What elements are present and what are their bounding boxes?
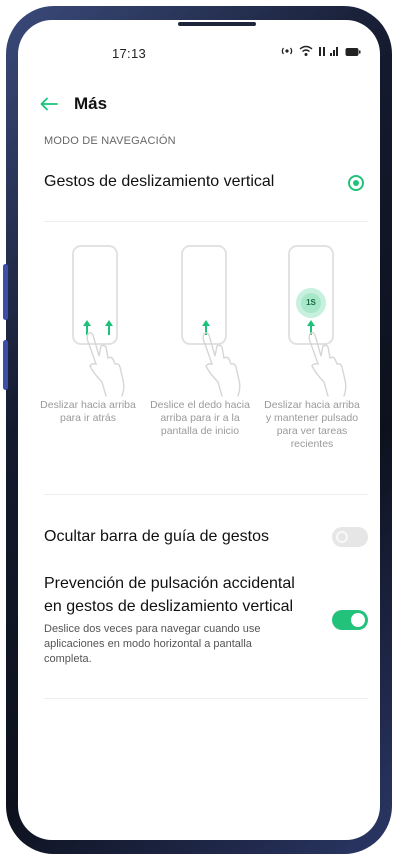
hide-bar-label: Ocultar barra de guía de gestos xyxy=(44,528,270,545)
hand-icon xyxy=(86,332,125,397)
navigation-option-radio[interactable] xyxy=(348,175,364,191)
back-arrow-icon[interactable] xyxy=(40,94,70,114)
hand-icon xyxy=(202,332,241,397)
status-bar: 17:13 xyxy=(18,45,380,65)
accidental-touch-label: Prevención de pulsación accidental en ge… xyxy=(44,575,295,615)
hand-icon xyxy=(308,332,347,397)
wifi-icon xyxy=(299,45,313,60)
hold-badge: 1S xyxy=(301,293,321,313)
volume-button xyxy=(3,264,8,320)
status-time: 17:13 xyxy=(112,46,147,61)
hide-bar-toggle[interactable] xyxy=(332,527,368,547)
navigation-option-row[interactable]: Gestos de deslizamiento vertical xyxy=(44,170,364,196)
accidental-touch-row[interactable]: Prevención de pulsación accidental en ge… xyxy=(44,572,368,667)
gesture-label: Deslice el dedo hacia arriba para ir a l… xyxy=(150,399,250,437)
signal-icon xyxy=(318,45,340,60)
divider xyxy=(44,221,368,222)
page-title: Más xyxy=(74,94,108,113)
hide-bar-row[interactable]: Ocultar barra de guía de gestos xyxy=(44,527,368,551)
navigation-option-label: Gestos de deslizamiento vertical xyxy=(44,173,275,190)
hotspot-icon xyxy=(280,45,294,60)
gesture-label: Deslizar hacia arriba y mantener pulsado… xyxy=(264,399,360,450)
accidental-touch-toggle[interactable] xyxy=(332,610,368,630)
power-button xyxy=(3,340,8,390)
hold-indicator: 1S xyxy=(296,288,326,318)
section-title: MODO DE NAVEGACIÓN xyxy=(44,135,176,147)
screen: 17:13 Más MODO DE NAVEGACIÓN Gestos de d… xyxy=(18,20,380,840)
accidental-touch-description: Deslice dos veces para navegar cuando us… xyxy=(44,623,261,665)
speaker-slot xyxy=(178,22,256,26)
header: Más xyxy=(40,92,107,116)
battery-icon xyxy=(345,45,361,60)
gesture-label: Deslizar hacia arriba para ir atrás xyxy=(40,399,136,424)
divider xyxy=(44,698,368,699)
divider xyxy=(44,494,368,495)
